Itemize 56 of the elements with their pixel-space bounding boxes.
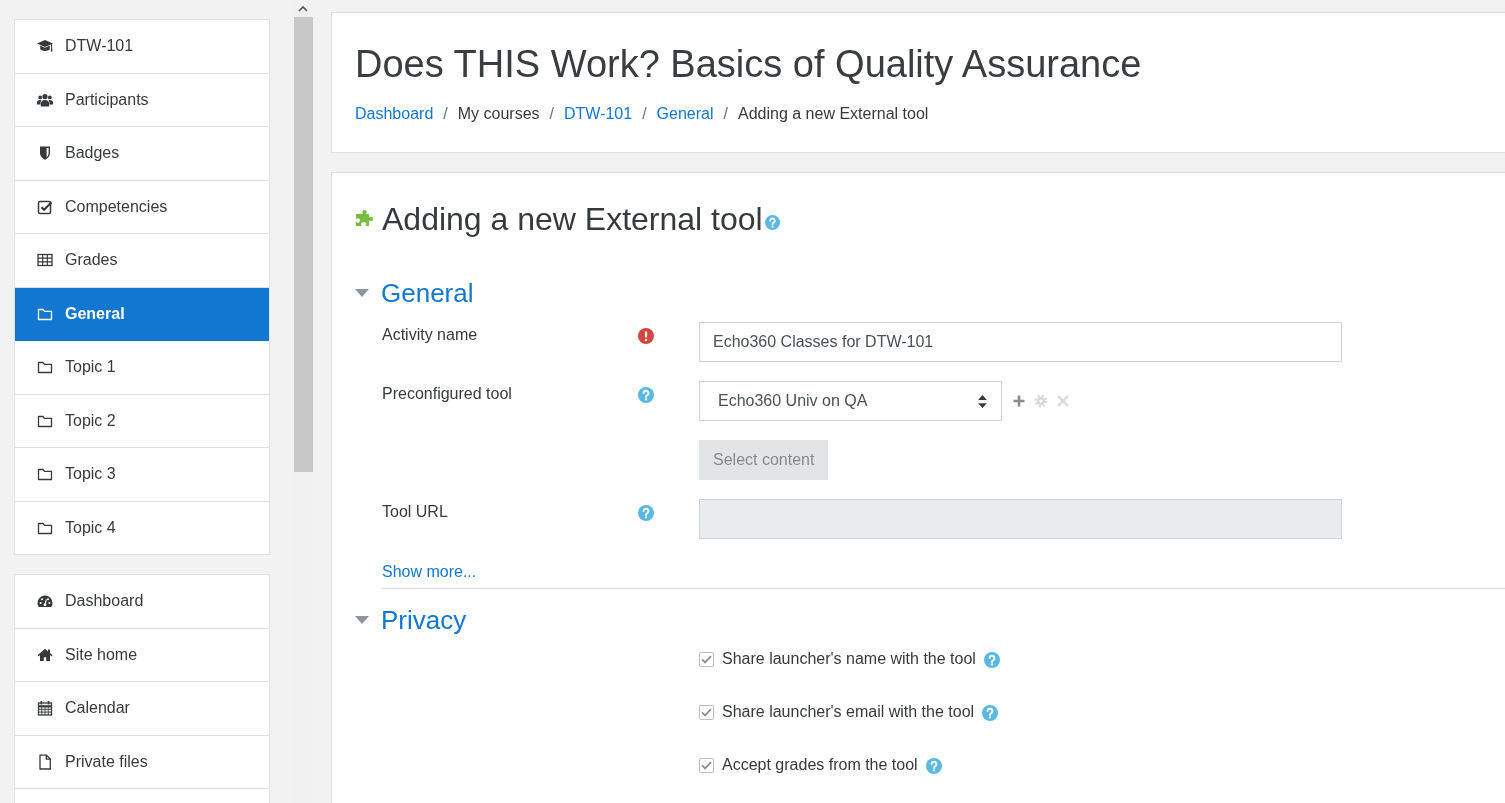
page-title: Does THIS Work? Basics of Quality Assurance bbox=[355, 42, 1142, 87]
puzzle-piece-icon bbox=[354, 209, 374, 229]
caret-down-icon[interactable] bbox=[355, 616, 369, 624]
checked-box-icon bbox=[37, 198, 53, 215]
field-label: Preconfigured tool bbox=[381, 384, 512, 404]
breadcrumb-item: Adding a new External tool bbox=[738, 104, 929, 124]
text-field[interactable]: Echo360 Classes for DTW-101 bbox=[699, 322, 1342, 362]
breadcrumb-separator: / bbox=[641, 104, 648, 124]
graduation-cap-icon bbox=[37, 38, 53, 55]
sidebar-item[interactable]: General bbox=[15, 287, 269, 341]
chevron-up-icon[interactable] bbox=[298, 5, 308, 12]
checkbox-label: Share launcher's name with the tool bbox=[722, 649, 976, 669]
sidebar-item[interactable]: Private files bbox=[15, 735, 269, 789]
up-down-arrows-icon bbox=[978, 394, 987, 408]
sidebar-item[interactable]: Dashboard bbox=[15, 575, 269, 629]
sidebar-item[interactable]: Competencies bbox=[15, 180, 269, 234]
plus-icon[interactable] bbox=[1012, 394, 1026, 408]
calendar-icon bbox=[37, 700, 53, 717]
users-icon bbox=[37, 91, 53, 108]
help-icon[interactable] bbox=[638, 387, 654, 403]
breadcrumb-item: My courses bbox=[457, 104, 540, 124]
breadcrumb-separator: / bbox=[548, 104, 555, 124]
section-heading[interactable]: Privacy bbox=[381, 605, 467, 635]
sidebar-item[interactable]: Participants bbox=[15, 73, 269, 127]
sidebar-item[interactable]: Topic 1 bbox=[15, 341, 269, 395]
sidebar-item[interactable]: Calendar bbox=[15, 682, 269, 736]
field-label: Activity name bbox=[381, 325, 478, 345]
breadcrumb-separator: / bbox=[722, 104, 729, 124]
help-icon[interactable] bbox=[764, 214, 780, 230]
sidebar-item[interactable]: Topic 2 bbox=[15, 394, 269, 448]
field-label: Tool URL bbox=[381, 502, 448, 522]
section-heading[interactable]: General bbox=[381, 278, 474, 308]
sidebar-item[interactable]: Topic 4 bbox=[15, 501, 269, 555]
checkbox-label: Accept grades from the tool bbox=[722, 755, 918, 775]
table-icon bbox=[37, 252, 53, 269]
home-icon bbox=[37, 646, 53, 663]
show-more-link[interactable]: Show more... bbox=[381, 562, 477, 582]
sidebar-item[interactable]: Topic 3 bbox=[15, 448, 269, 502]
folder-icon bbox=[37, 359, 53, 376]
scrollbar-thumb[interactable] bbox=[294, 17, 313, 472]
sidebar-item[interactable]: Badges bbox=[15, 127, 269, 181]
page-heading: Adding a new External tool bbox=[382, 200, 763, 238]
dropdown[interactable]: Echo360 Univ on QA bbox=[699, 381, 1002, 421]
gauge-icon bbox=[37, 593, 53, 610]
checkbox-label: Share launcher's email with the tool bbox=[722, 702, 975, 722]
sidebar-item[interactable]: Grades bbox=[15, 234, 269, 288]
breadcrumb-separator: / bbox=[442, 104, 449, 124]
shield-icon bbox=[37, 145, 53, 162]
caret-down-icon[interactable] bbox=[355, 289, 369, 297]
sidebar-item[interactable]: DTW-101 bbox=[15, 20, 269, 74]
sidebar-item[interactable]: Site home bbox=[15, 628, 269, 682]
breadcrumb-link[interactable]: DTW-101 bbox=[564, 102, 633, 126]
file-icon bbox=[37, 753, 53, 770]
breadcrumb-link[interactable]: Dashboard bbox=[355, 102, 434, 126]
folder-icon bbox=[37, 466, 53, 483]
breadcrumb-link[interactable]: General bbox=[656, 102, 714, 126]
